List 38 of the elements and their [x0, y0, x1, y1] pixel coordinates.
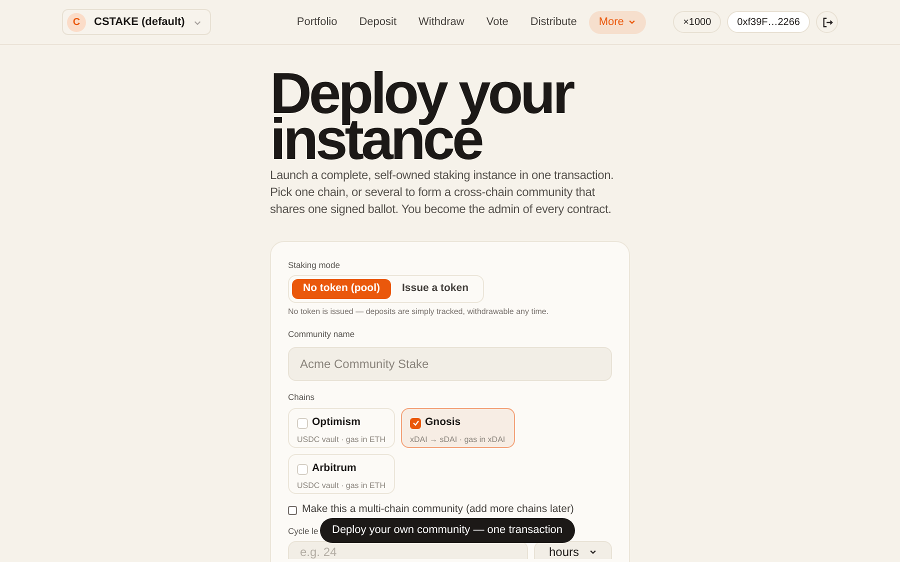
chain-card[interactable]: Arbitrum USDC vault · gas in ETH — [288, 454, 395, 494]
checkbox-label: Make this a multi-chain community (add more chains later) — [302, 502, 574, 518]
mode-hint: No token is issued — deposits are simply tracked, withdrawable any time. — [288, 306, 550, 318]
check-icon — [412, 419, 420, 428]
chain-card[interactable]: Gnosis xDAI → sDAI · gas in xDAI — [401, 408, 515, 448]
chain-detail: xDAI → sDAI · gas in xDAI — [410, 434, 506, 446]
community-badge: C — [67, 12, 86, 32]
chain-name: Gnosis — [425, 415, 461, 430]
community-selector[interactable]: C CSTAKE (default) — [62, 9, 211, 35]
nav-link[interactable]: Portfolio — [286, 10, 348, 34]
chevron-icon — [589, 548, 597, 556]
chain-detail: USDC vault · gas in ETH — [297, 480, 386, 492]
mode-option[interactable]: Issue a token — [391, 278, 480, 299]
mode-option[interactable]: No token (pool) — [292, 278, 391, 299]
chain-name: Optimism — [312, 415, 360, 430]
field-label: Community name — [288, 328, 356, 340]
checkbox[interactable] — [288, 506, 297, 515]
community-name-field[interactable]: Acme Community Stake — [288, 346, 612, 380]
nav-link[interactable]: Withdraw — [408, 10, 474, 34]
field-label: Staking mode — [288, 259, 341, 272]
intro-text: Launch a complete, self-owned staking instance in one transaction. Pick one chain, or several to form a cross-chain community that shares one signed ballot. You become the admin of every contract. — [270, 167, 615, 218]
chain-detail: USDC vault · gas in ETH — [297, 434, 386, 446]
page-heading: Deploy your instance — [270, 67, 573, 163]
field-label: Cycle le — [288, 525, 318, 538]
chain-card[interactable]: Optimism USDC vault · gas in ETH — [288, 408, 395, 448]
unit-select[interactable]: hours — [534, 540, 612, 559]
checkbox[interactable] — [410, 418, 421, 429]
logout-icon — [822, 16, 832, 28]
chain-name: Arbitrum — [312, 461, 356, 476]
multiplier-badge: ×1000 — [673, 11, 722, 33]
nav-link[interactable]: Vote — [476, 10, 518, 34]
nav-link[interactable]: Deposit — [349, 10, 407, 34]
chevron-icon — [628, 18, 636, 26]
wallet-button[interactable]: 0xf39F…2266 — [727, 11, 810, 33]
nav-link[interactable]: Distribute — [520, 10, 587, 34]
logout-button[interactable] — [816, 11, 838, 33]
field-label: Chains — [288, 390, 316, 404]
tooltip: Deploy your own community — one transaction — [320, 518, 574, 543]
